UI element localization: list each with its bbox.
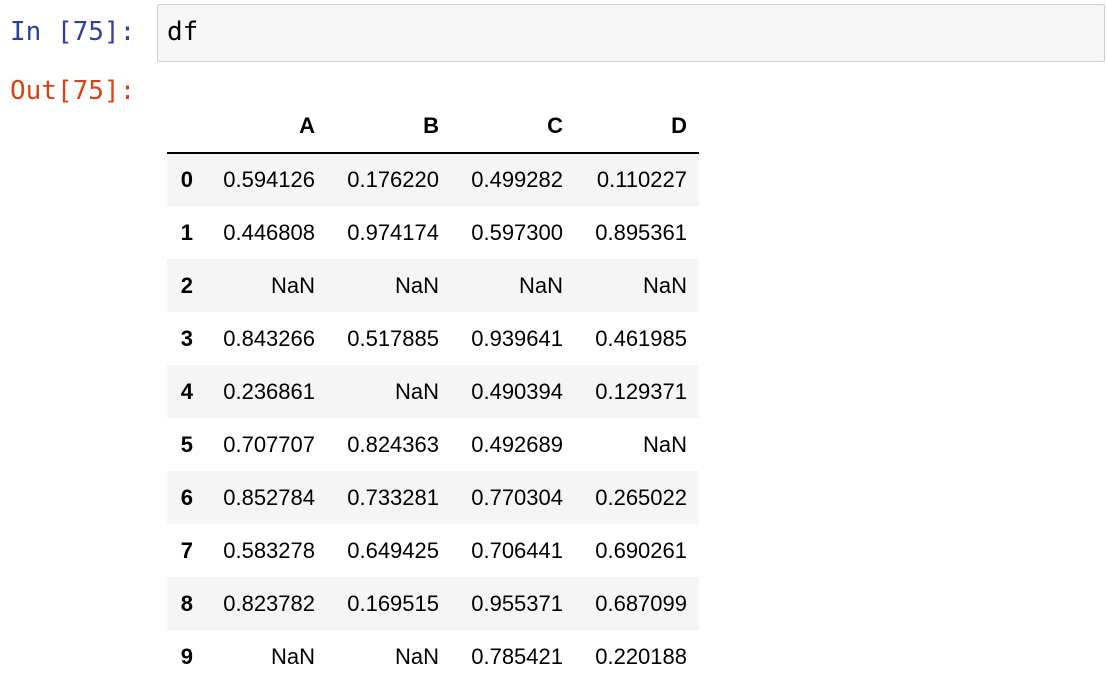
table-cell: 0.594126 [223, 167, 315, 192]
table-cell: 0.110227 [596, 167, 687, 192]
table-cell: NaN [394, 272, 439, 298]
table-row: 5 0.707707 0.824363 0.492689 NaN [167, 418, 699, 471]
table-row: 3 0.843266 0.517885 0.939641 0.461985 [167, 312, 699, 365]
table-cell: 0.770304 [471, 484, 563, 510]
table-cell: 0.176220 [347, 167, 439, 192]
table-cell: NaN [270, 272, 315, 298]
row-index: 3 [180, 325, 193, 351]
table-cell: NaN [394, 643, 439, 669]
column-header: A [203, 100, 327, 154]
input-cell: In [75]: df [0, 0, 1107, 66]
table-cell: NaN [270, 643, 315, 669]
table-cell: 0.265022 [595, 484, 687, 510]
table-row: 8 0.823782 0.169515 0.955371 0.687099 [167, 577, 699, 630]
column-header: D [575, 100, 699, 154]
table-row: 1 0.446808 0.974174 0.597300 0.895361 [167, 206, 699, 259]
table-cell: 0.733281 [347, 484, 439, 510]
table-cell: 0.649425 [347, 537, 439, 563]
row-index: 0 [180, 167, 193, 192]
table-cell: 0.220188 [595, 643, 687, 669]
row-index: 4 [180, 378, 193, 404]
table-cell: 0.895361 [595, 219, 687, 245]
table-row: 4 0.236861 NaN 0.490394 0.129371 [167, 365, 699, 418]
index-header [167, 100, 203, 154]
table-cell: 0.499282 [471, 167, 563, 192]
table-cell: 0.707707 [223, 431, 315, 457]
table-cell: NaN [518, 272, 563, 298]
code-input-area[interactable]: df [157, 4, 1105, 62]
table-row: 0 0.594126 0.176220 0.499282 0.110227 [167, 153, 699, 206]
table-cell: 0.939641 [471, 325, 563, 351]
row-index: 9 [180, 643, 193, 669]
header-row: A B C D [167, 100, 699, 154]
table-cell: 0.492689 [471, 431, 563, 457]
table-cell: 0.129371 [595, 378, 687, 404]
table-cell: 0.706441 [471, 537, 563, 563]
table-cell: 0.824363 [347, 431, 439, 457]
table-cell: 0.690261 [595, 537, 687, 563]
table-cell: NaN [642, 272, 687, 298]
output-prompt: Out[75]: [10, 76, 136, 106]
table-cell: 0.955371 [471, 590, 563, 616]
table-cell: 0.583278 [223, 537, 315, 563]
column-header: C [451, 100, 575, 154]
table-cell: 0.517885 [347, 325, 439, 351]
table-cell: NaN [642, 431, 687, 457]
table-cell: 0.823782 [223, 590, 315, 616]
table-cell: 0.446808 [223, 219, 315, 245]
table-cell: 0.852784 [223, 484, 315, 510]
row-index: 8 [180, 590, 193, 616]
table-cell: NaN [394, 378, 439, 404]
table-cell: 0.843266 [223, 325, 315, 351]
table-cell: 0.236861 [223, 378, 315, 404]
row-index: 2 [180, 272, 193, 298]
row-index: 7 [180, 537, 193, 563]
table-row: 6 0.852784 0.733281 0.770304 0.265022 [167, 471, 699, 524]
column-header: B [327, 100, 451, 154]
row-index: 1 [180, 219, 193, 245]
input-prompt: In [75]: [10, 17, 136, 47]
code-text[interactable]: df [167, 17, 198, 47]
output-area: A B C D 0 0.594126 0.176220 0.499282 0.1… [167, 100, 699, 683]
dataframe-table: A B C D 0 0.594126 0.176220 0.499282 0.1… [167, 100, 699, 683]
table-cell: 0.597300 [471, 219, 563, 245]
table-row: 7 0.583278 0.649425 0.706441 0.690261 [167, 524, 699, 577]
table-row: 9 NaN NaN 0.785421 0.220188 [167, 630, 699, 683]
table-cell: 0.974174 [347, 219, 439, 245]
table-cell: 0.490394 [471, 378, 563, 404]
row-index: 6 [180, 484, 193, 510]
table-cell: 0.169515 [347, 590, 439, 616]
table-cell: 0.687099 [595, 590, 687, 616]
table-row: 2 NaN NaN NaN NaN [167, 259, 699, 312]
table-cell: 0.461985 [595, 325, 687, 351]
row-index: 5 [180, 431, 193, 457]
table-cell: 0.785421 [471, 643, 563, 669]
